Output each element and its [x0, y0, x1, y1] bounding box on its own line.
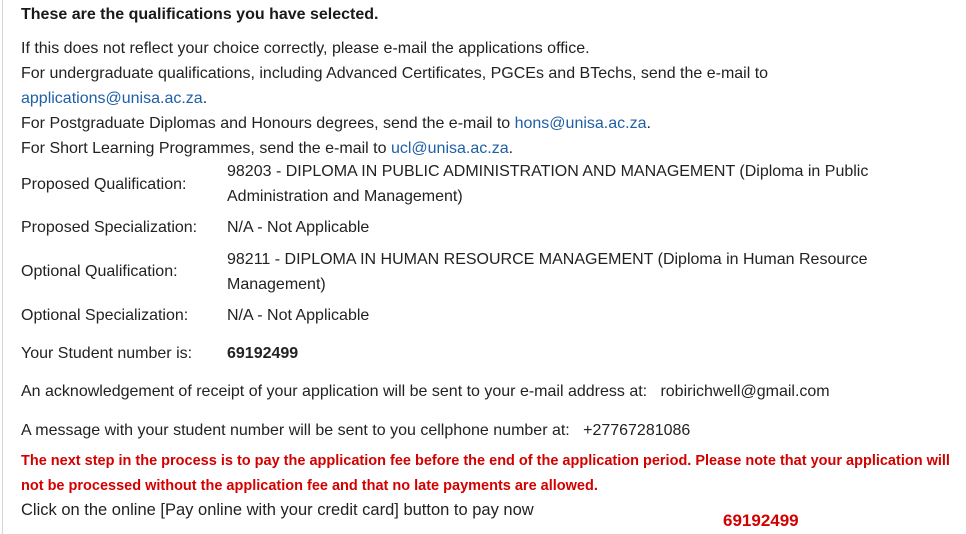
period: . [508, 140, 514, 157]
postgraduate-text: For Postgraduate Diplomas and Honours de… [21, 115, 511, 132]
student-number-label: Your Student number is: [21, 345, 193, 362]
pay-online-instruction: Click on the online [Pay online with you… [21, 501, 534, 519]
email-address-value: robirichwell@gmail.com [660, 383, 830, 400]
ucl-email-link[interactable]: ucl@unisa.ac.za [391, 140, 509, 157]
hons-email-link[interactable]: hons@unisa.ac.za [515, 115, 647, 132]
left-border [2, 0, 3, 534]
intro-text: If this does not reflect your choice cor… [21, 40, 590, 57]
cellphone-notification: A message with your student number will … [21, 418, 690, 443]
proposed-qualification-label: Proposed Qualification: [21, 176, 187, 193]
proposed-specialization-value: N/A - Not Applicable [227, 219, 370, 236]
intro-line-short-learning: For Short Learning Programmes, send the … [21, 136, 951, 161]
student-number-value: 69192499 [227, 345, 299, 362]
optional-specialization-label: Optional Specialization: [21, 307, 189, 324]
intro-line-undergraduate: For undergraduate qualifications, includ… [21, 61, 951, 86]
optional-qualification-label: Optional Qualification: [21, 263, 178, 280]
cellphone-notification-text: A message with your student number will … [21, 422, 570, 439]
student-number-highlight: 69192499 [723, 511, 799, 530]
email-notification-text: An acknowledgement of receipt of your ap… [21, 383, 648, 400]
contact-instructions: If this does not reflect your choice cor… [21, 36, 951, 161]
undergraduate-text: For undergraduate qualifications, includ… [21, 65, 769, 82]
payment-warning: The next step in the process is to pay t… [21, 453, 950, 494]
applications-email-link[interactable]: applications@unisa.ac.za [21, 90, 203, 107]
optional-qualification-value: 98211 - DIPLOMA IN HUMAN RESOURCE MANAGE… [227, 251, 868, 293]
short-learning-text: For Short Learning Programmes, send the … [21, 140, 387, 157]
intro-line-postgraduate: For Postgraduate Diplomas and Honours de… [21, 111, 951, 136]
optional-specialization-value: N/A - Not Applicable [227, 307, 370, 324]
proposed-qualification-value: 98203 - DIPLOMA IN PUBLIC ADMINISTRATION… [227, 163, 869, 205]
email-notification: An acknowledgement of receipt of your ap… [21, 379, 830, 404]
period: . [646, 115, 651, 132]
cellphone-number-value: +27767281086 [583, 422, 691, 439]
intro-line: If this does not reflect your choice cor… [21, 36, 951, 61]
period: . [202, 90, 208, 107]
intro-line-undergraduate-email: applications@unisa.ac.za. [21, 86, 951, 111]
proposed-specialization-label: Proposed Specialization: [21, 219, 198, 236]
page-heading: These are the qualifications you have se… [21, 6, 379, 23]
